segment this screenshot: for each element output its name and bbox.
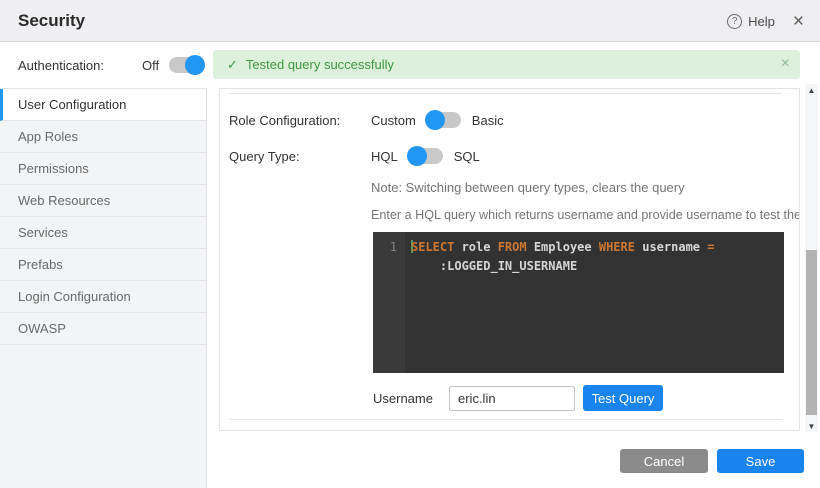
toggle-knob <box>425 110 445 130</box>
username-label: Username <box>373 391 449 406</box>
role-configuration-row: Role Configuration: Custom Basic <box>229 107 789 133</box>
check-icon: ✓ <box>227 57 238 73</box>
help-label: Help <box>748 14 775 29</box>
cancel-button[interactable]: Cancel <box>620 449 708 473</box>
role-option-custom: Custom <box>371 113 416 128</box>
section-divider <box>229 419 782 420</box>
code-line: :LOGGED_IN_USERNAME <box>411 257 780 276</box>
section-divider <box>229 93 782 94</box>
close-icon[interactable]: × <box>789 12 808 31</box>
code-token-keyword: FROM <box>498 240 534 254</box>
success-banner: ✓ Tested query successfully × <box>213 50 800 79</box>
content-panel: Role Configuration: Custom Basic Query T… <box>219 88 800 431</box>
code-token-keyword: = <box>707 240 714 254</box>
query-note: Note: Switching between query types, cle… <box>371 180 685 195</box>
query-code-editor[interactable]: 1 SELECT role FROM Employee WHERE userna… <box>373 232 784 373</box>
sidebar-item-login-configuration[interactable]: Login Configuration <box>0 281 206 313</box>
username-row: Username Test Query <box>373 385 663 411</box>
query-instruction: Enter a HQL query which returns username… <box>371 208 800 222</box>
scroll-up-icon[interactable]: ▲ <box>805 84 818 96</box>
query-option-sql: SQL <box>454 149 480 164</box>
query-type-toggle[interactable] <box>409 148 443 164</box>
success-message: Tested query successfully <box>246 57 394 72</box>
toggle-knob <box>407 146 427 166</box>
page-title: Security <box>18 11 85 31</box>
sidebar-nav: User ConfigurationApp RolesPermissionsWe… <box>0 88 207 488</box>
authentication-toggle[interactable] <box>169 57 203 73</box>
query-type-row: Query Type: HQL SQL <box>229 143 789 169</box>
sidebar-item-user-configuration[interactable]: User Configuration <box>0 89 206 121</box>
username-input[interactable] <box>449 386 575 411</box>
toolbar: Authentication: Off On ✓ Tested query su… <box>0 42 820 88</box>
editor-code[interactable]: SELECT role FROM Employee WHERE username… <box>405 232 784 373</box>
authentication-off-label: Off <box>142 58 159 73</box>
editor-line-number: 1 <box>373 232 405 373</box>
code-token-plain: Employee <box>534 240 599 254</box>
banner-close-icon[interactable]: × <box>781 55 790 73</box>
query-type-label: Query Type: <box>229 149 371 164</box>
scroll-down-icon[interactable]: ▼ <box>805 420 818 432</box>
sidebar-item-owasp[interactable]: OWASP <box>0 313 206 345</box>
sidebar-item-web-resources[interactable]: Web Resources <box>0 185 206 217</box>
role-configuration-toggle[interactable] <box>427 112 461 128</box>
help-button[interactable]: ? Help <box>727 14 775 29</box>
scrollbar-thumb[interactable] <box>806 250 817 415</box>
help-icon: ? <box>727 14 742 29</box>
sidebar-item-services[interactable]: Services <box>0 217 206 249</box>
code-token-plain: username <box>642 240 707 254</box>
authentication-label: Authentication: <box>18 58 104 73</box>
test-query-button[interactable]: Test Query <box>583 385 663 411</box>
code-token-plain: role <box>462 240 498 254</box>
window-header: Security ? Help × <box>0 0 820 42</box>
toggle-knob <box>185 55 205 75</box>
save-button[interactable]: Save <box>717 449 804 473</box>
code-token-keyword: SELECT <box>411 240 462 254</box>
code-token-plain: :LOGGED_IN_USERNAME <box>411 259 577 273</box>
role-option-basic: Basic <box>472 113 504 128</box>
sidebar-item-prefabs[interactable]: Prefabs <box>0 249 206 281</box>
sidebar-item-permissions[interactable]: Permissions <box>0 153 206 185</box>
vertical-scrollbar[interactable]: ▲ ▼ <box>805 84 818 432</box>
role-configuration-label: Role Configuration: <box>229 113 371 128</box>
query-option-hql: HQL <box>371 149 398 164</box>
sidebar-item-app-roles[interactable]: App Roles <box>0 121 206 153</box>
code-line: SELECT role FROM Employee WHERE username… <box>411 238 780 257</box>
code-token-keyword: WHERE <box>599 240 642 254</box>
